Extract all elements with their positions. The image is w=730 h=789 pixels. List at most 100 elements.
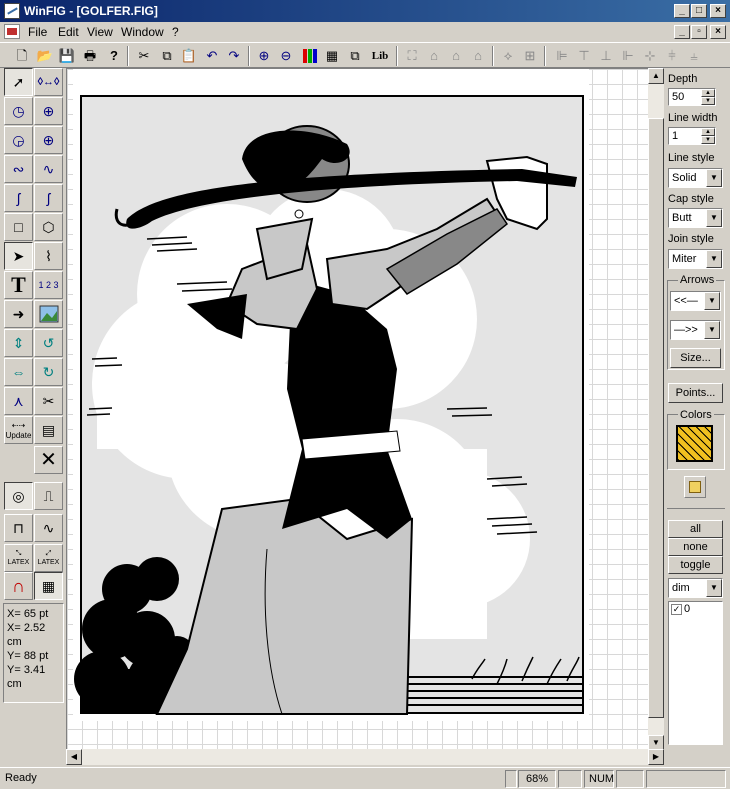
minimize-button[interactable]: _ — [674, 4, 690, 18]
delete-point-icon[interactable]: ✂ — [34, 387, 63, 415]
circle-radius-icon[interactable]: ◷ — [4, 97, 33, 125]
redo-icon[interactable]: ↷ — [224, 46, 244, 66]
move-icon[interactable]: ⇕ — [4, 329, 33, 357]
polyline-icon[interactable]: ➤ — [4, 242, 33, 270]
magnet-icon[interactable]: ∩ — [4, 572, 33, 600]
group-icon[interactable]: ⛶ — [402, 46, 422, 66]
vertical-scrollbar[interactable]: ▲ ▼ — [648, 68, 664, 751]
horizontal-scrollbar[interactable]: ◀ ▶ — [66, 749, 664, 765]
scroll-right-arrow-icon[interactable]: ▶ — [648, 749, 664, 765]
rectangle-icon[interactable]: □ — [4, 213, 33, 241]
manhattan-snap-icon[interactable]: ⊓ — [4, 514, 33, 542]
object-color-button[interactable] — [684, 476, 706, 498]
snap-mode-icon[interactable]: ◎ — [4, 482, 33, 510]
drawing-canvas[interactable] — [66, 68, 649, 751]
cut-icon[interactable]: ✂ — [134, 46, 154, 66]
toggle-button[interactable]: toggle — [668, 556, 723, 574]
join-icon[interactable]: ⊞ — [520, 46, 540, 66]
depth-down-icon[interactable]: ▼ — [701, 97, 715, 105]
free-line-icon[interactable]: ∿ — [34, 514, 63, 542]
break-icon[interactable]: ⟡ — [498, 46, 518, 66]
depth-up-icon[interactable]: ▲ — [701, 89, 715, 97]
chevron-down-icon[interactable]: ▼ — [706, 169, 722, 187]
zoom-out-icon[interactable]: ⊖ — [276, 46, 296, 66]
line-width-down-icon[interactable]: ▼ — [701, 136, 715, 144]
points-button[interactable]: Points... — [668, 383, 723, 403]
ellipse-radius-icon[interactable]: ◶ — [4, 126, 33, 154]
align-right-icon[interactable]: ⊩ — [618, 46, 638, 66]
rotate-ccw-icon[interactable]: ↺ — [34, 329, 63, 357]
flip-icon[interactable]: ⇔ — [4, 358, 33, 386]
bring-front-icon[interactable]: ⌂ — [446, 46, 466, 66]
arrow-tool-icon[interactable]: ➜ — [4, 300, 33, 328]
layer-list[interactable]: ✓ 0 — [668, 601, 723, 745]
color-palette-icon[interactable] — [300, 46, 320, 66]
select-arrow-icon[interactable]: ➚ — [4, 68, 33, 96]
closed-approx-spline-icon[interactable]: ʃ — [4, 184, 33, 212]
line-style-select[interactable]: Solid ▼ — [668, 168, 723, 188]
none-button[interactable]: none — [668, 538, 723, 556]
menu-edit[interactable]: Edit — [58, 25, 79, 39]
latex-line-icon[interactable]: ⤡ LATEX — [4, 544, 33, 572]
chevron-down-icon[interactable]: ▼ — [706, 250, 722, 268]
all-button[interactable]: all — [668, 520, 723, 538]
doc-restore-button[interactable]: ▫ — [691, 25, 707, 39]
cap-style-select[interactable]: Butt ▼ — [668, 208, 723, 228]
chevron-down-icon[interactable]: ▼ — [704, 321, 720, 339]
save-icon[interactable]: 💾 — [57, 46, 77, 66]
layer-checkbox[interactable]: ✓ — [671, 604, 682, 615]
picture-icon[interactable] — [34, 300, 63, 328]
app-icon[interactable] — [4, 3, 20, 19]
align-left-icon[interactable]: ⊫ — [552, 46, 572, 66]
delete-icon[interactable]: ✕ — [34, 446, 63, 474]
document-icon[interactable] — [4, 24, 20, 39]
ungroup-icon[interactable]: ⌂ — [424, 46, 444, 66]
chevron-down-icon[interactable]: ▼ — [706, 209, 722, 227]
rotate-cw-icon[interactable]: ↻ — [34, 358, 63, 386]
golfer-drawing[interactable] — [67, 69, 649, 751]
align-middle-icon[interactable]: ⊹ — [640, 46, 660, 66]
fill-color-swatch[interactable] — [676, 425, 713, 462]
add-point-icon[interactable]: ⋏ — [4, 387, 33, 415]
circle-diameter-icon[interactable]: ⊕ — [34, 97, 63, 125]
arc-polyline-icon[interactable]: ⌇ — [34, 242, 63, 270]
update-button[interactable]: ⇠⇢ Update — [4, 416, 33, 444]
doc-close-button[interactable]: × — [710, 25, 726, 39]
grid-icon[interactable]: ▦ — [322, 46, 342, 66]
scroll-up-arrow-icon[interactable]: ▲ — [648, 68, 664, 84]
vertical-scroll-thumb[interactable] — [648, 118, 664, 718]
open-approx-spline-icon[interactable]: ʃ — [34, 184, 63, 212]
polygon-icon[interactable]: ⬡ — [34, 213, 63, 241]
new-file-icon[interactable]: 🗋 — [12, 46, 32, 66]
send-back-icon[interactable]: ⌂ — [468, 46, 488, 66]
arc-points-icon[interactable]: 1 2 3 — [34, 271, 63, 299]
align-center-icon[interactable]: ⊥ — [596, 46, 616, 66]
chevron-down-icon[interactable]: ▼ — [706, 579, 722, 597]
scroll-left-arrow-icon[interactable]: ◀ — [66, 749, 82, 765]
ellipse-diameter-icon[interactable]: ⊕ — [34, 126, 63, 154]
undo-icon[interactable]: ↶ — [202, 46, 222, 66]
help-icon[interactable]: ? — [104, 46, 124, 66]
library-button[interactable]: Lib — [368, 46, 392, 66]
menu-help[interactable]: ? — [172, 25, 179, 39]
distribute-v-icon[interactable]: ⫨ — [684, 46, 704, 66]
start-arrow-select[interactable]: <<— ▼ — [670, 291, 721, 311]
end-arrow-select[interactable]: —>> ▼ — [670, 320, 721, 340]
closed-spline-icon[interactable]: ∾ — [4, 155, 33, 183]
edit-object-icon[interactable]: ▤ — [34, 416, 63, 444]
line-width-field[interactable]: 1 ▲ ▼ — [668, 127, 716, 145]
maximize-button[interactable]: □ — [691, 4, 707, 18]
menu-file[interactable]: File — [28, 25, 47, 39]
zoom-in-icon[interactable]: ⊕ — [254, 46, 274, 66]
layer-mode-select[interactable]: dim ▼ — [668, 578, 723, 598]
freehand-snap-icon[interactable]: ⎍ — [34, 482, 63, 510]
copy-icon[interactable]: ⧉ — [157, 46, 177, 66]
join-style-select[interactable]: Miter ▼ — [668, 249, 723, 269]
paste-icon[interactable]: 📋 — [179, 46, 199, 66]
text-icon[interactable]: T — [4, 271, 33, 299]
latex-vector-icon[interactable]: ⤢ LATEX — [34, 544, 63, 572]
mirror-icon[interactable]: ◊↔◊ — [34, 68, 63, 96]
close-button[interactable]: × — [710, 4, 726, 18]
grid-snap-icon[interactable]: ▦ — [34, 572, 63, 600]
menu-view[interactable]: View — [87, 25, 113, 39]
